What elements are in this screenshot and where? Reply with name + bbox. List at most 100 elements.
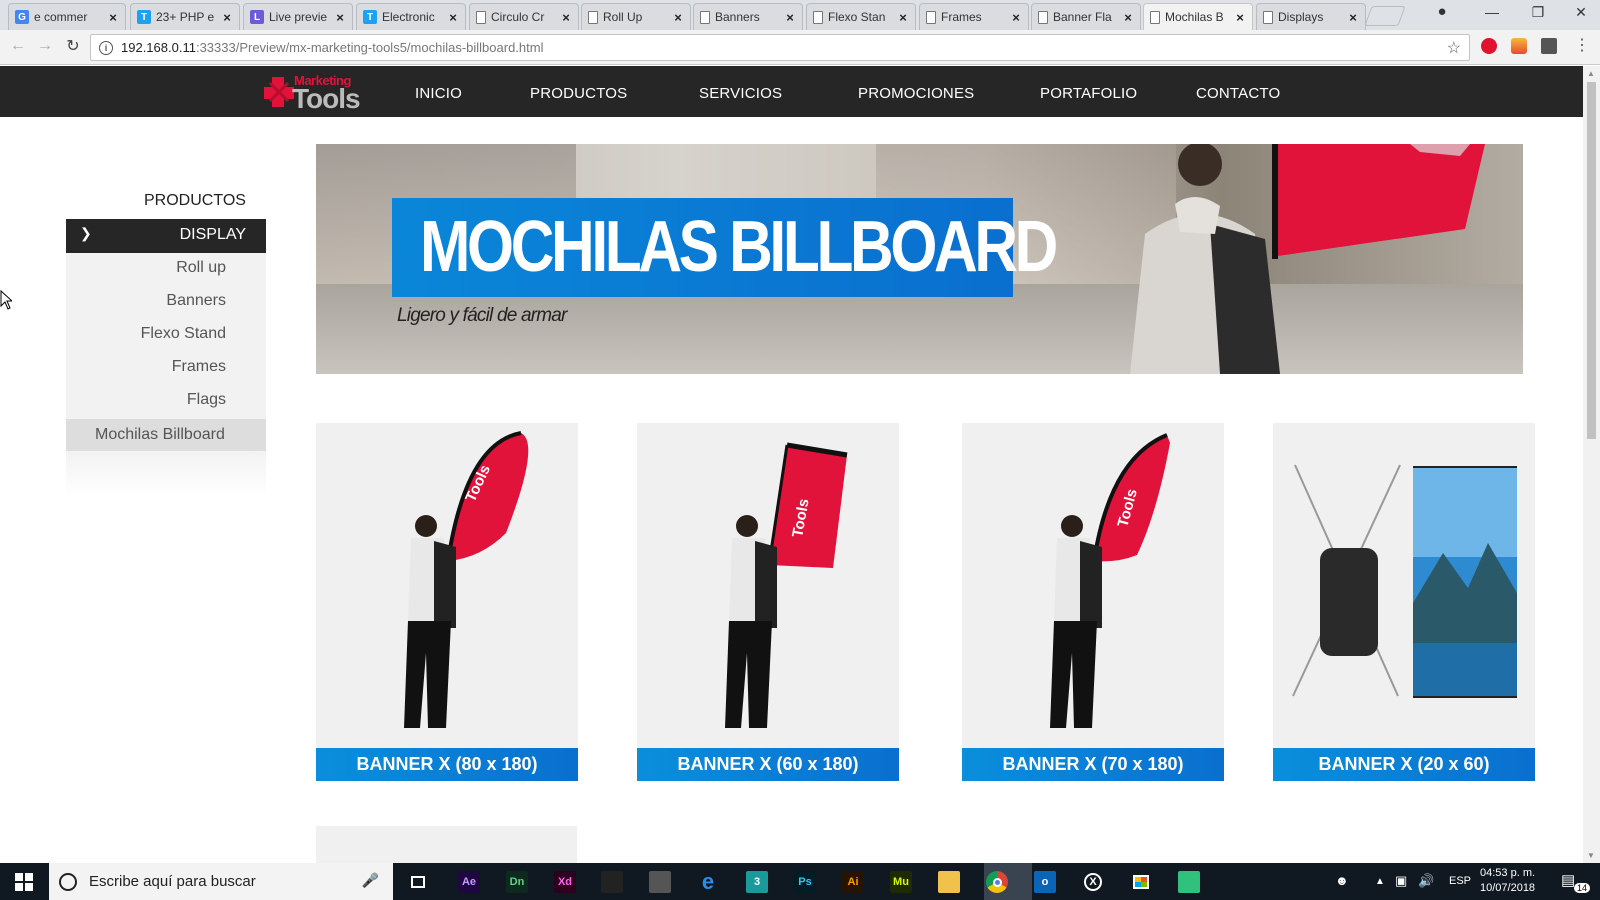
sidebar-section-label: DISPLAY xyxy=(179,226,246,243)
product-card[interactable]: Tools BANNER X (60 x 180) xyxy=(637,423,899,781)
nav-portafolio[interactable]: PORTAFOLIO xyxy=(1040,85,1137,102)
close-tab-icon[interactable]: × xyxy=(1010,10,1022,25)
xd-icon[interactable]: Xd xyxy=(554,871,576,893)
close-tab-icon[interactable]: × xyxy=(560,10,572,25)
muse-icon[interactable]: Mu xyxy=(890,871,912,893)
close-tab-icon[interactable]: × xyxy=(1347,10,1359,25)
maximize-icon[interactable]: ❐ xyxy=(1527,4,1549,21)
sidebar-item-roll-up[interactable]: Roll up xyxy=(176,259,226,277)
browser-tab[interactable]: L Live previe × xyxy=(243,3,353,30)
browser-tab[interactable]: T 23+ PHP e × xyxy=(130,3,240,30)
sidebar-item-flags[interactable]: Flags xyxy=(187,391,226,409)
extension-stack-icon[interactable] xyxy=(1541,38,1557,54)
sidebar-item-frames[interactable]: Frames xyxy=(172,358,226,376)
nav-inicio[interactable]: INICIO xyxy=(415,85,462,102)
browser-tab-title: Live previe xyxy=(269,10,328,24)
browser-tab[interactable]: Frames × xyxy=(919,3,1029,30)
xbox-icon[interactable]: X xyxy=(1082,871,1104,893)
site-logo[interactable]: Marketing Tools xyxy=(262,73,361,114)
inkscape-icon[interactable] xyxy=(601,871,623,893)
close-tab-icon[interactable]: × xyxy=(334,10,346,25)
browser-tab[interactable]: Ge commer × xyxy=(8,3,126,30)
product-card[interactable]: Tools BANNER X (80 x 180) xyxy=(316,423,578,781)
new-tab-button[interactable] xyxy=(1364,6,1406,26)
close-tab-icon[interactable]: × xyxy=(107,10,119,25)
dimension-icon[interactable]: Dn xyxy=(506,871,528,893)
volume-icon[interactable]: 🔊 xyxy=(1418,873,1434,889)
browser-tab[interactable]: Displays × xyxy=(1256,3,1366,30)
close-tab-icon[interactable]: × xyxy=(447,10,459,25)
sidebar-item-label: Mochilas Billboard xyxy=(95,426,225,443)
dimension-label: Dn xyxy=(509,876,525,888)
sidebar-item-banners[interactable]: Banners xyxy=(166,292,226,310)
close-tab-icon[interactable]: × xyxy=(1122,10,1134,25)
store-icon[interactable] xyxy=(1130,871,1152,893)
bookmark-star-icon[interactable]: ☆ xyxy=(1447,38,1461,58)
windows-start-icon[interactable] xyxy=(15,873,33,891)
scrollbar-thumb[interactable] xyxy=(1587,82,1596,439)
address-bar[interactable]: i 192.168.0.11:33333/Preview/mx-marketin… xyxy=(90,34,1470,61)
page-scrollbar[interactable]: ▲ ▼ xyxy=(1583,66,1600,863)
task-view-icon[interactable] xyxy=(407,871,429,893)
taskbar-search-box[interactable]: Escribe aquí para buscar 🎤 xyxy=(49,863,393,900)
browser-tab[interactable]: Mochilas B × xyxy=(1143,3,1253,30)
scanner-icon[interactable] xyxy=(649,871,671,893)
product-card[interactable]: Tools BANNER X (70 x 180) xyxy=(962,423,1224,781)
notification-center-icon[interactable]: ▤ xyxy=(1561,871,1575,889)
network-icon[interactable]: ▣ xyxy=(1395,873,1407,889)
close-tab-icon[interactable]: × xyxy=(672,10,684,25)
3ds-max-icon[interactable]: 3 xyxy=(746,871,768,893)
site-info-icon[interactable]: i xyxy=(99,40,113,55)
close-tab-icon[interactable]: × xyxy=(1234,10,1246,25)
browser-menu-icon[interactable]: ⋮ xyxy=(1572,35,1592,55)
language-indicator[interactable]: ESP xyxy=(1449,875,1471,887)
close-tab-icon[interactable]: × xyxy=(221,10,233,25)
people-icon[interactable]: ☻ xyxy=(1335,873,1349,888)
nav-productos[interactable]: PRODUCTOS xyxy=(530,85,627,102)
browser-tab[interactable]: Circulo Cr × xyxy=(469,3,579,30)
after-effects-icon[interactable]: Ae xyxy=(458,871,480,893)
browser-tab[interactable]: Banners × xyxy=(693,3,803,30)
nav-contacto[interactable]: CONTACTO xyxy=(1196,85,1280,102)
opera-extension-icon[interactable] xyxy=(1481,38,1497,54)
browser-tab[interactable]: Banner Fla × xyxy=(1031,3,1141,30)
close-window-icon[interactable]: ✕ xyxy=(1570,4,1592,21)
show-hidden-icons[interactable]: ▲ xyxy=(1375,876,1385,887)
sidebar-item-flexo-stand[interactable]: Flexo Stand xyxy=(141,325,226,343)
app-green-icon[interactable] xyxy=(1178,871,1200,893)
browser-tab-title: Flexo Stan xyxy=(828,10,886,24)
taskbar-clock[interactable]: 04:53 p. m. 10/07/2018 xyxy=(1480,866,1535,896)
nav-promociones[interactable]: PROMOCIONES xyxy=(858,85,974,102)
mouse-cursor-icon xyxy=(0,290,12,310)
sidebar-item-mochilas-billboard[interactable]: Mochilas Billboard xyxy=(66,419,266,451)
extension-icon[interactable] xyxy=(1511,38,1527,54)
browser-tab-title: Mochilas B xyxy=(1165,10,1224,24)
close-tab-icon[interactable]: × xyxy=(897,10,909,25)
browser-tab-title: Banners xyxy=(715,10,760,24)
edge-icon[interactable]: e xyxy=(697,869,719,894)
product-card[interactable] xyxy=(316,826,577,866)
chrome-icon[interactable] xyxy=(986,871,1008,893)
sidebar-title: PRODUCTOS xyxy=(144,192,246,209)
browser-toolbar: ← → ↻ i 192.168.0.11:33333/Preview/mx-ma… xyxy=(0,30,1600,65)
reload-icon[interactable]: ↻ xyxy=(63,36,83,56)
forward-arrow-icon[interactable]: → xyxy=(35,37,55,55)
profile-icon[interactable]: ● xyxy=(1431,3,1453,20)
browser-tab[interactable]: T Electronic × xyxy=(356,3,466,30)
nav-servicios[interactable]: SERVICIOS xyxy=(699,85,782,102)
close-tab-icon[interactable]: × xyxy=(784,10,796,25)
photoshop-icon[interactable]: Ps xyxy=(794,871,816,893)
browser-tab[interactable]: Roll Up × xyxy=(581,3,691,30)
microphone-icon[interactable]: 🎤 xyxy=(362,872,379,889)
sidebar-section-display[interactable]: ❯ DISPLAY xyxy=(66,219,266,253)
minimize-icon[interactable]: — xyxy=(1481,4,1503,20)
scroll-down-arrow-icon[interactable]: ▼ xyxy=(1587,851,1595,860)
scroll-up-arrow-icon[interactable]: ▲ xyxy=(1587,69,1595,78)
outlook-icon[interactable]: o xyxy=(1034,871,1056,893)
file-explorer-icon[interactable] xyxy=(938,871,960,893)
back-arrow-icon[interactable]: ← xyxy=(8,37,28,55)
illustrator-icon[interactable]: Ai xyxy=(842,871,864,893)
browser-tab[interactable]: Flexo Stan × xyxy=(806,3,916,30)
browser-tab-strip: Ge commer × T 23+ PHP e × L Live previe × T Elect… xyxy=(0,0,1600,30)
product-card[interactable]: BANNER X (20 x 60) xyxy=(1273,423,1535,781)
